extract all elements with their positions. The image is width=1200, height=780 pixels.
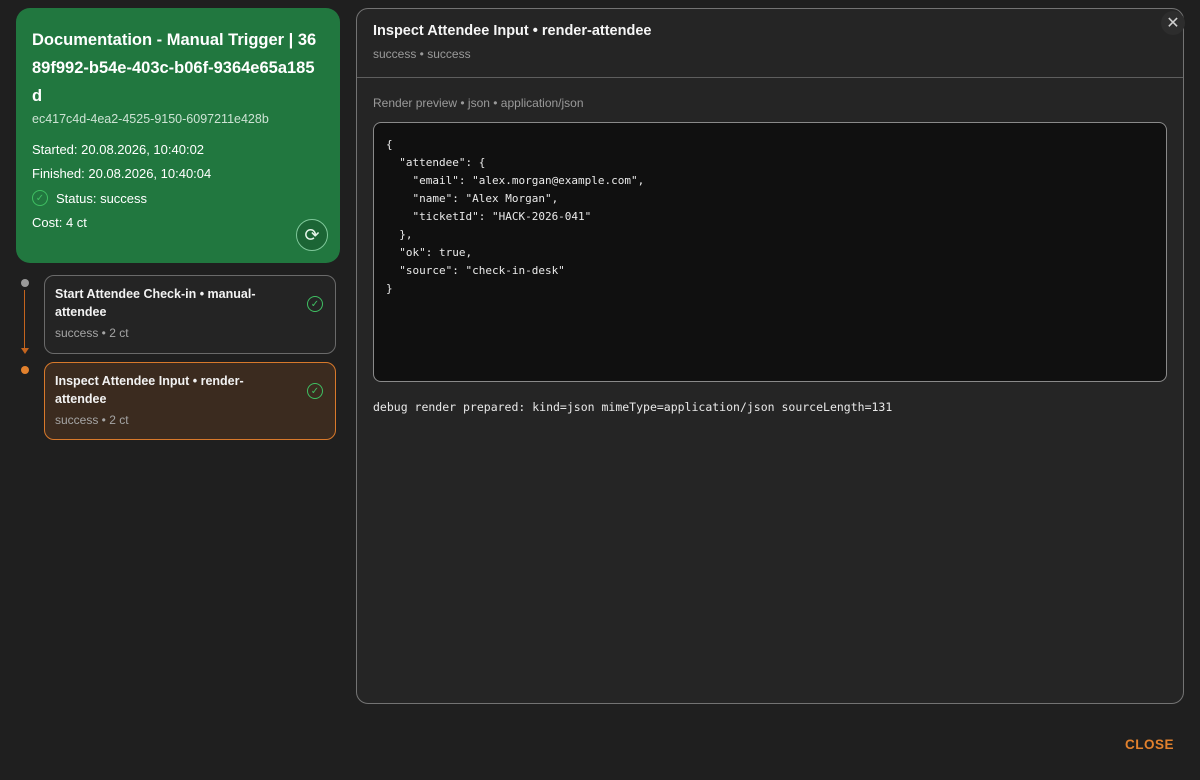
panel-title: Inspect Attendee Input • render-attendee (373, 23, 652, 39)
panel-subtitle: success • success (373, 47, 471, 61)
step-item-render-attendee[interactable]: Inspect Attendee Input • render-attendee… (44, 362, 336, 440)
refresh-icon: ⟳ (304, 224, 320, 245)
step-item-manual-attendee[interactable]: Start Attendee Check-in • manual-attende… (44, 275, 336, 354)
step-title: Inspect Attendee Input • render-attendee (55, 374, 244, 406)
run-status: ✓ Status: success (32, 190, 324, 206)
timeline-arrow-icon (20, 348, 29, 354)
rerun-button[interactable]: ⟳ (296, 219, 328, 251)
timeline-dot-step-1 (21, 279, 29, 287)
check-circle-icon: ✓ (307, 383, 323, 399)
step-subtitle: success • 2 ct (55, 413, 129, 427)
close-button[interactable]: CLOSE (1125, 737, 1174, 752)
run-summary-card: Documentation - Manual Trigger | 3689f99… (16, 8, 340, 263)
debug-output: debug render prepared: kind=json mimeTyp… (373, 400, 893, 414)
step-title: Start Attendee Check-in • manual-attende… (55, 287, 256, 319)
run-id: ec417c4d-4ea2-4525-9150-6097211e428b (32, 112, 269, 126)
run-status-label: Status: success (56, 190, 148, 206)
run-started: Started: 20.08.2026, 10:40:02 (32, 142, 205, 157)
step-subtitle: success • 2 ct (55, 326, 129, 340)
json-code: { "attendee": { "email": "alex.morgan@ex… (386, 138, 645, 295)
panel-header: Inspect Attendee Input • render-attendee… (357, 9, 1183, 78)
run-finished: Finished: 20.08.2026, 10:40:04 (32, 166, 212, 181)
timeline-connector (24, 290, 25, 350)
run-title: Documentation - Manual Trigger | 3689f99… (32, 31, 317, 105)
json-preview[interactable]: { "attendee": { "email": "alex.morgan@ex… (373, 122, 1167, 382)
close-dialog-button[interactable]: ✕ (1161, 11, 1185, 35)
check-circle-icon: ✓ (307, 296, 323, 312)
timeline-dot-step-2 (21, 366, 29, 374)
run-cost: Cost: 4 ct (32, 215, 87, 230)
close-icon: ✕ (1166, 15, 1180, 32)
check-circle-icon: ✓ (32, 190, 48, 206)
step-detail-panel: Inspect Attendee Input • render-attendee… (356, 8, 1184, 704)
render-preview-label: Render preview • json • application/json (373, 96, 584, 110)
